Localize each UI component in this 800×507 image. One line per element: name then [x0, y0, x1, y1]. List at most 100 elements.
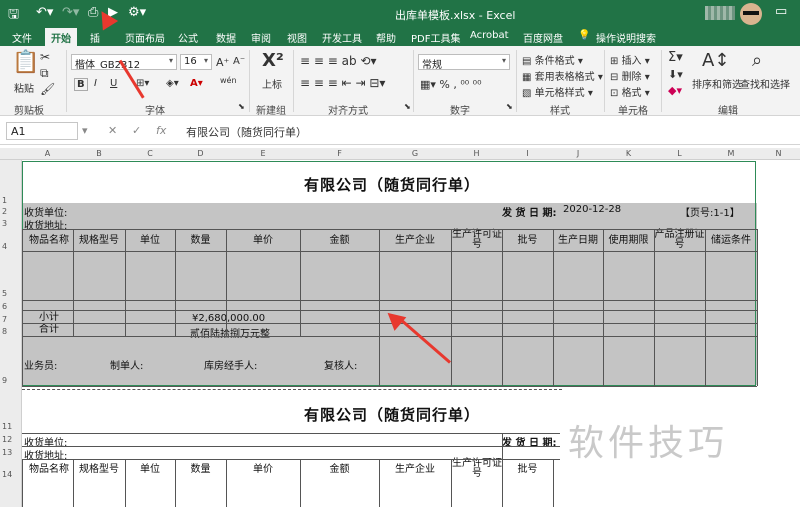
tab-view[interactable]: 视图: [287, 30, 307, 45]
column-header-l[interactable]: L: [654, 149, 705, 158]
insert-cells-button[interactable]: ⊞ 插入 ▾: [610, 52, 650, 67]
column-header-g[interactable]: G: [379, 149, 451, 158]
form2-header-manufacturer[interactable]: 生产企业: [379, 465, 451, 475]
cancel-icon[interactable]: ✕: [108, 124, 117, 137]
name-box[interactable]: A1: [6, 122, 78, 140]
row-header-7[interactable]: 7: [2, 315, 7, 324]
row-header-3[interactable]: 3: [2, 219, 7, 228]
tab-insert[interactable]: 插: [90, 30, 100, 45]
customize-toolbar-icon[interactable]: ⚙▾: [128, 5, 146, 20]
bold-button[interactable]: B: [74, 78, 88, 91]
column-header-b[interactable]: B: [73, 149, 125, 158]
column-header-i[interactable]: I: [502, 149, 553, 158]
tab-home[interactable]: 开始: [45, 28, 77, 46]
row-header-2[interactable]: 2: [2, 207, 7, 216]
format-cells-button[interactable]: ⊡ 格式 ▾: [610, 84, 650, 99]
sort-filter-icon[interactable]: A↕: [702, 50, 729, 71]
column-header-m[interactable]: M: [705, 149, 757, 158]
form2-header-unit[interactable]: 单位: [125, 465, 175, 475]
row-header-4[interactable]: 4: [2, 242, 7, 251]
find-select-button[interactable]: 查找和选择: [740, 76, 790, 91]
column-header-k[interactable]: K: [603, 149, 654, 158]
row-header-6[interactable]: 6: [2, 302, 7, 311]
tab-help[interactable]: 帮助: [376, 30, 396, 45]
italic-button[interactable]: I: [94, 78, 97, 89]
form2-header-unit-price[interactable]: 单价: [226, 465, 300, 475]
cell-styles-button[interactable]: ▧ 单元格样式 ▾: [522, 84, 593, 99]
format-as-table-button[interactable]: ▦ 套用表格格式 ▾: [522, 68, 603, 83]
number-dialog-icon[interactable]: ⬊: [506, 102, 513, 111]
ribbon-display-icon[interactable]: ▭: [775, 4, 787, 19]
tab-page-layout[interactable]: 页面布局: [125, 30, 165, 45]
alignment-dialog-icon[interactable]: ⬊: [404, 102, 411, 111]
column-header-c[interactable]: C: [125, 149, 175, 158]
column-header-h[interactable]: H: [451, 149, 502, 158]
tab-formulas[interactable]: 公式: [178, 30, 198, 45]
row-header-13[interactable]: 13: [2, 448, 12, 457]
form2-title[interactable]: 有限公司（随货同行单）: [304, 404, 480, 425]
row-header-1[interactable]: 1: [2, 196, 7, 205]
find-select-icon[interactable]: ⌕: [752, 50, 762, 71]
tab-acrobat[interactable]: Acrobat: [470, 30, 509, 41]
currency-icon[interactable]: ▦▾ % , ⁰⁰ ⁰⁰: [420, 78, 482, 91]
underline-button[interactable]: U: [110, 78, 117, 89]
redo-icon[interactable]: ↷▾: [62, 5, 79, 20]
tab-data[interactable]: 数据: [216, 30, 236, 45]
form2-header-item-name[interactable]: 物品名称: [24, 465, 74, 475]
cut-icon[interactable]: ✂: [40, 50, 50, 64]
fill-color-icon[interactable]: ◈▾: [166, 78, 179, 89]
format-painter-icon[interactable]: 🖌: [40, 82, 55, 96]
form2-header-quantity[interactable]: 数量: [175, 465, 226, 475]
sort-filter-button[interactable]: 排序和筛选: [692, 76, 742, 91]
paste-icon[interactable]: 📋: [12, 50, 39, 75]
user-name[interactable]: [705, 6, 735, 20]
row-header-12[interactable]: 12: [2, 435, 12, 444]
fill-icon[interactable]: ⬇▾: [668, 68, 683, 81]
save-icon[interactable]: 🖫: [8, 5, 19, 27]
name-box-dropdown-icon[interactable]: ▾: [82, 124, 88, 137]
tab-review[interactable]: 审阅: [251, 30, 271, 45]
row-header-5[interactable]: 5: [2, 289, 7, 298]
font-color-icon[interactable]: A▾: [190, 78, 203, 89]
autosum-icon[interactable]: Σ▾: [668, 50, 683, 65]
column-header-e[interactable]: E: [226, 149, 300, 158]
form2-header-spec[interactable]: 规格型号: [74, 465, 124, 475]
tab-pdf-tools[interactable]: PDF工具集: [411, 30, 460, 45]
paste-button[interactable]: 粘贴: [14, 80, 34, 95]
form2-header-amount[interactable]: 金额: [300, 465, 379, 475]
align-top-icon[interactable]: ≡ ≡ ≡ ab ⟲▾: [300, 54, 376, 68]
row-header-9[interactable]: 9: [2, 376, 7, 385]
delete-cells-button[interactable]: ⊟ 删除 ▾: [610, 68, 650, 83]
font-dialog-icon[interactable]: ⬊: [238, 102, 245, 111]
form2-header-license-no[interactable]: 生产许可证号: [452, 459, 502, 479]
column-header-j[interactable]: J: [553, 149, 603, 158]
column-header-n[interactable]: N: [757, 149, 800, 158]
superscript-button[interactable]: 上标: [262, 76, 282, 91]
column-header-a[interactable]: A: [22, 149, 73, 158]
formula-input[interactable]: 有限公司（随货同行单）: [186, 124, 307, 140]
enter-icon[interactable]: ✓: [132, 124, 141, 137]
undo-icon[interactable]: ↶▾: [36, 5, 53, 20]
phonetic-button[interactable]: wén: [220, 76, 237, 85]
row-header-8[interactable]: 8: [2, 327, 7, 336]
tab-baidu-netdisk[interactable]: 百度网盘: [523, 30, 563, 45]
font-shrink-icon[interactable]: A⁻: [233, 56, 245, 67]
number-format-select[interactable]: 常规 ▾: [418, 54, 510, 70]
align-left-icon[interactable]: ≡ ≡ ≡ ⇤ ⇥ ⊟▾: [300, 76, 385, 90]
tell-me-search[interactable]: 操作说明搜索: [596, 30, 656, 45]
tab-developer[interactable]: 开发工具: [322, 30, 362, 45]
row-header-11[interactable]: 11: [2, 422, 12, 431]
conditional-format-button[interactable]: ▤ 条件格式 ▾: [522, 52, 583, 67]
column-header-f[interactable]: F: [300, 149, 379, 158]
form2-header-batch-no[interactable]: 批号: [502, 465, 553, 475]
copy-icon[interactable]: ⧉: [40, 66, 49, 81]
row-header-14[interactable]: 14: [2, 470, 12, 479]
clear-icon[interactable]: ◆▾: [668, 84, 682, 97]
insert-function-button[interactable]: fx: [156, 124, 166, 137]
font-grow-icon[interactable]: A⁺: [216, 56, 229, 69]
column-header-d[interactable]: D: [175, 149, 226, 158]
tab-file[interactable]: 文件: [12, 30, 32, 45]
font-size-select[interactable]: 16 ▾: [180, 54, 212, 70]
avatar[interactable]: [740, 3, 762, 25]
superscript-icon[interactable]: X²: [262, 50, 284, 71]
